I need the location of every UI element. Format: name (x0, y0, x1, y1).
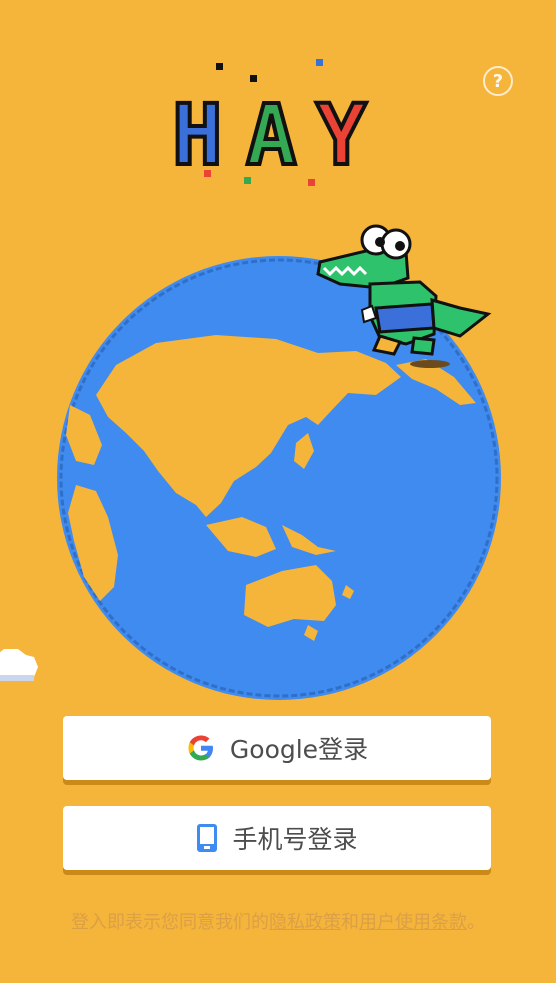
google-login-button[interactable]: Google登录 (63, 716, 491, 780)
hay-logo: H A Y (160, 55, 390, 190)
help-icon: ? (492, 70, 504, 92)
logo-letter-y: Y (314, 86, 369, 184)
legal-notice: 登入即表示您同意我们的隐私政策和用户使用条款。 (0, 908, 556, 934)
legal-and: 和 (341, 912, 359, 933)
logo-pixel (250, 75, 257, 82)
terms-of-use-link[interactable]: 用户使用条款 (359, 912, 467, 933)
phone-login-label: 手机号登录 (232, 825, 358, 854)
logo-pixel (244, 177, 251, 184)
crocodile-mascot (316, 224, 492, 368)
legal-suffix: 。 (467, 912, 485, 933)
cloud-decoration (0, 649, 38, 681)
legal-prefix: 登入即表示您同意我们的 (71, 912, 269, 933)
privacy-policy-link[interactable]: 隐私政策 (269, 912, 341, 933)
phone-icon (196, 823, 218, 853)
logo-pixel (216, 63, 223, 70)
logo-letter-a: A (244, 86, 299, 184)
phone-login-button[interactable]: 手机号登录 (63, 806, 491, 870)
google-login-label: Google登录 (229, 735, 369, 764)
logo-pixel (316, 59, 323, 66)
google-g-icon (186, 733, 216, 763)
login-screen: ? H A Y Google登录 手机号登录 登入即表示您同意我们的隐私政策和用… (0, 0, 556, 983)
logo-pixel (204, 170, 211, 177)
logo-letter-h: H (170, 86, 225, 184)
help-button[interactable]: ? (483, 66, 513, 96)
logo-pixel (308, 179, 315, 186)
